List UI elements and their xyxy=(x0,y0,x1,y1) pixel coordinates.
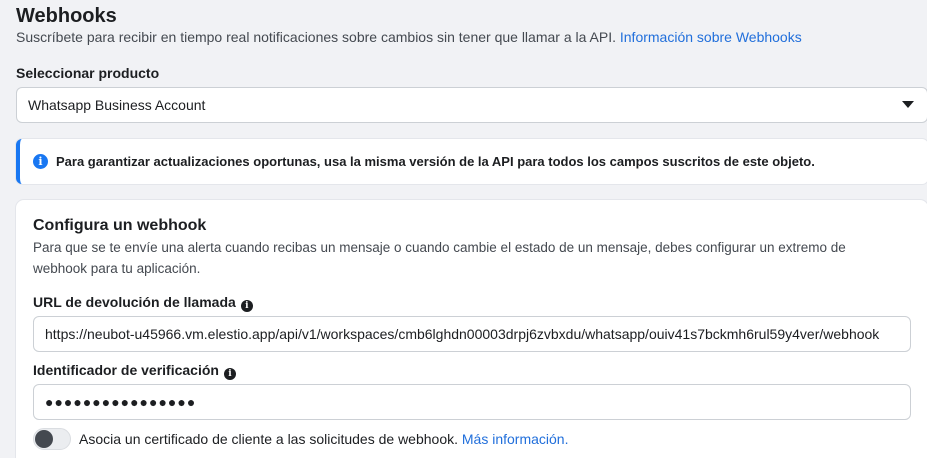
verify-token-input[interactable] xyxy=(33,384,911,420)
info-icon[interactable]: i xyxy=(240,300,253,312)
webhooks-info-link[interactable]: Información sobre Webhooks xyxy=(620,29,802,45)
subtitle-text: Suscríbete para recibir en tiempo real n… xyxy=(16,29,616,45)
page-subtitle: Suscríbete para recibir en tiempo real n… xyxy=(16,29,802,45)
info-icon: i xyxy=(33,154,48,169)
webhook-config-card: Configura un webhook Para que se te enví… xyxy=(16,200,927,458)
callback-url-input[interactable] xyxy=(33,316,911,352)
more-info-link[interactable]: Más información. xyxy=(462,431,569,447)
banner-text: Para garantizar actualizaciones oportuna… xyxy=(56,154,815,169)
product-label: Seleccionar producto xyxy=(16,65,160,81)
webhook-card-description: Para que se te envíe una alerta cuando r… xyxy=(33,240,846,276)
product-select-value: Whatsapp Business Account xyxy=(28,97,206,113)
client-cert-row: Asocia un certificado de cliente a las s… xyxy=(33,428,568,450)
callback-url-label-text: URL de devolución de llamada xyxy=(33,294,236,310)
client-cert-toggle[interactable] xyxy=(33,428,71,450)
verify-token-label-text: Identificador de verificación xyxy=(33,362,219,378)
caret-down-icon xyxy=(902,101,914,108)
toggle-knob xyxy=(35,430,53,448)
verify-token-label: Identificador de verificación i xyxy=(33,362,236,380)
api-version-banner: i Para garantizar actualizaciones oportu… xyxy=(16,139,927,184)
webhook-card-title: Configura un webhook xyxy=(33,217,207,234)
callback-url-label: URL de devolución de llamada i xyxy=(33,294,253,312)
client-cert-text: Asocia un certificado de cliente a las s… xyxy=(79,431,458,447)
info-icon[interactable]: i xyxy=(223,368,236,380)
product-select[interactable]: Whatsapp Business Account xyxy=(16,87,927,123)
page-title: Webhooks xyxy=(16,5,117,27)
